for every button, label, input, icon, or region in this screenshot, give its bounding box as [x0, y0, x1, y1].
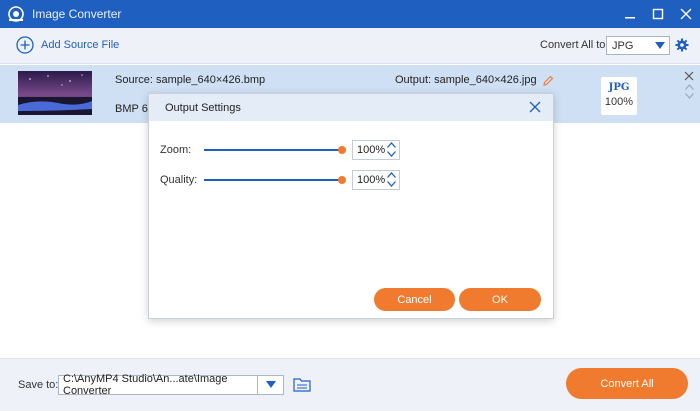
- quality-stepper[interactable]: 100%: [352, 170, 400, 190]
- maximize-icon: [652, 8, 664, 20]
- source-file-name: Source: sample_640×426.bmp: [115, 74, 266, 86]
- save-path-field[interactable]: C:\AnyMP4 Studio\An...ate\Image Converte…: [58, 373, 258, 397]
- zoom-value: 100%: [357, 144, 386, 156]
- add-circle-icon: [16, 36, 34, 54]
- quality-row: Quality: 100%: [149, 170, 555, 190]
- minimize-button[interactable]: [616, 0, 644, 28]
- title-bar: Image Converter: [0, 0, 700, 28]
- dialog-header: Output Settings: [149, 94, 553, 121]
- move-up-icon[interactable]: [685, 84, 694, 90]
- zoom-row: Zoom: 100%: [149, 140, 555, 160]
- maximize-button[interactable]: [644, 0, 672, 28]
- convert-all-format-select[interactable]: JPG: [606, 36, 670, 55]
- zoom-slider-handle[interactable]: [338, 146, 346, 154]
- chevron-down-icon: [655, 42, 665, 49]
- convert-all-button[interactable]: Convert All: [566, 368, 688, 399]
- quality-label: Quality:: [160, 174, 198, 186]
- quality-slider-handle[interactable]: [338, 176, 346, 184]
- window-title: Image Converter: [32, 7, 122, 21]
- add-source-file-label: Add Source File: [41, 39, 120, 51]
- increment-icon[interactable]: [387, 172, 396, 178]
- app-logo-icon: [8, 6, 24, 22]
- remove-file-icon[interactable]: [684, 71, 694, 81]
- minimize-icon: [625, 17, 635, 19]
- dialog-title: Output Settings: [165, 101, 241, 114]
- quality-slider-track[interactable]: [204, 179, 341, 181]
- gear-icon[interactable]: [675, 38, 689, 52]
- cancel-button[interactable]: Cancel: [374, 288, 455, 311]
- increment-icon[interactable]: [387, 142, 396, 148]
- zoom-stepper[interactable]: 100%: [352, 140, 400, 160]
- close-icon: [680, 8, 692, 20]
- convert-all-format-value: JPG: [612, 39, 634, 52]
- zoom-slider-track[interactable]: [204, 149, 341, 151]
- open-folder-icon[interactable]: [293, 377, 311, 392]
- output-format-badge-format: JPG: [608, 82, 630, 93]
- convert-all-to-label: Convert All to:: [540, 39, 609, 51]
- output-format-badge-percent: 100%: [604, 96, 634, 108]
- toolbar: Add Source File Convert All to: JPG: [0, 28, 700, 64]
- output-file-name: Output: sample_640×426.jpg: [395, 74, 554, 86]
- edit-pencil-icon[interactable]: [542, 75, 554, 86]
- save-path-dropdown[interactable]: [258, 375, 284, 395]
- close-window-button[interactable]: [672, 0, 700, 28]
- file-thumbnail: [18, 71, 92, 115]
- output-file-label: Output: sample_640×426.jpg: [395, 74, 537, 86]
- footer-bar: Save to: C:\AnyMP4 Studio\An...ate\Image…: [0, 358, 700, 411]
- quality-value: 100%: [357, 174, 386, 186]
- save-path-value: C:\AnyMP4 Studio\An...ate\Image Converte…: [63, 373, 228, 397]
- output-settings-dialog: Output Settings Zoom: 100% Quality: 100%…: [148, 93, 554, 319]
- chevron-down-icon: [265, 381, 276, 388]
- add-source-file-button[interactable]: Add Source File: [16, 36, 119, 54]
- save-to-label: Save to:: [18, 379, 59, 391]
- zoom-label: Zoom:: [160, 144, 192, 156]
- ok-button[interactable]: OK: [459, 288, 541, 311]
- move-down-icon[interactable]: [685, 93, 694, 99]
- output-format-badge[interactable]: JPG 100%: [601, 77, 637, 115]
- decrement-icon[interactable]: [387, 181, 396, 187]
- close-icon[interactable]: [529, 101, 541, 113]
- decrement-icon[interactable]: [387, 151, 396, 157]
